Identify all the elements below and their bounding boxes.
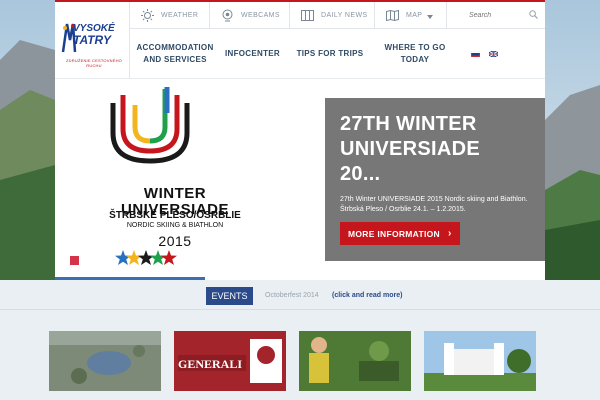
hero-panel-title: 27TH WINTER UNIVERSIADE 20...: [340, 112, 540, 187]
hero-info-panel: 27TH WINTER UNIVERSIADE 20... 27th Winte…: [325, 98, 545, 261]
events-more-link[interactable]: (click and read more): [332, 292, 402, 299]
search-input[interactable]: [469, 11, 529, 19]
chevron-right-icon: ›: [448, 228, 452, 239]
events-bar: EVENTS Octoberfest 2014 (click and read …: [0, 280, 600, 310]
hero-panel-title-line: 20...: [340, 163, 381, 185]
stars-icon: [115, 250, 177, 265]
generali-logo-text: GENERALI: [178, 357, 243, 371]
sun-icon: [140, 8, 154, 22]
universiade-logo-icon: [110, 87, 190, 164]
daily-news-link[interactable]: DAILY NEWS: [290, 2, 375, 28]
logo-name-line2: TATRY: [73, 33, 111, 47]
map-link[interactable]: MAP: [375, 2, 447, 28]
slovak-flag-icon[interactable]: [471, 50, 480, 57]
uk-flag-icon[interactable]: [489, 50, 498, 57]
nav-tips-for-trips[interactable]: TIPS FOR TRIPS: [285, 48, 375, 60]
nav-accommodation-services[interactable]: ACCOMMODATION AND SERVICES: [130, 42, 220, 66]
weather-link[interactable]: WEATHER: [130, 2, 210, 28]
card-image: [299, 331, 411, 391]
webcams-link[interactable]: WEBCAMS: [210, 2, 290, 28]
daily-news-label: DAILY NEWS: [321, 11, 368, 19]
slider-indicator[interactable]: [70, 256, 79, 265]
card-strbske-pleso[interactable]: [49, 331, 161, 391]
chevron-down-icon: [427, 6, 434, 24]
page-container: VYSOKÉ TATRY ZDRUŽENIE CESTOVNÉHO RUCHU …: [55, 0, 545, 281]
hero-logo-disciplines: NORDIC SKIING & BIATHLON: [126, 222, 224, 229]
nav-item-line: AND SERVICES: [143, 54, 207, 64]
events-tab[interactable]: EVENTS: [206, 287, 253, 305]
hero-panel-title-line: 27TH WINTER: [340, 113, 477, 135]
webcams-label: WEBCAMS: [241, 11, 280, 19]
hero-panel-title-line: UNIVERSIADE: [340, 138, 480, 160]
nav-item-line: WHERE TO GO: [384, 42, 446, 52]
card-image: [49, 331, 161, 391]
nav-where-to-go-today[interactable]: WHERE TO GO TODAY: [375, 42, 455, 66]
nav-item-line: ACCOMMODATION: [136, 42, 214, 52]
card-family[interactable]: [299, 331, 411, 391]
nav-item-line: INFOCENTER: [225, 48, 280, 58]
hero-panel-description: 27th Winter UNIVERSIADE 2015 Nordic skii…: [340, 195, 540, 215]
hero-panel-desc-line: 27th Winter UNIVERSIADE 2015 Nordic skii…: [340, 196, 528, 203]
nav-infocenter[interactable]: INFOCENTER: [220, 48, 285, 60]
event-item[interactable]: Octoberfest 2014: [265, 292, 319, 299]
site-logo[interactable]: VYSOKÉ TATRY ZDRUŽENIE CESTOVNÉHO RUCHU: [55, 2, 130, 78]
main-navigation: ACCOMMODATION AND SERVICES INFOCENTER TI…: [130, 29, 545, 78]
card-generali[interactable]: GENERALI: [174, 331, 286, 391]
newspaper-icon: [300, 8, 314, 22]
map-label: MAP: [406, 11, 423, 19]
card-castle[interactable]: [424, 331, 536, 391]
card-image: [424, 331, 536, 391]
more-information-label: MORE INFORMATION: [348, 228, 440, 239]
nav-item-line: TODAY: [400, 54, 430, 64]
more-information-button[interactable]: MORE INFORMATION ›: [340, 222, 460, 245]
hero-panel-desc-line: Štrbská Pleso / Osrblie 24.1. – 1.2.2015…: [340, 206, 466, 213]
search-icon[interactable]: [529, 6, 538, 24]
search-box: [447, 2, 545, 28]
map-icon: [385, 8, 399, 22]
webcam-icon: [220, 8, 234, 22]
logo-subtitle: ZDRUŽENIE CESTOVNÉHO RUCHU: [66, 58, 122, 68]
nav-item-line: TIPS FOR TRIPS: [296, 48, 364, 58]
featured-cards: GENERALI: [0, 310, 600, 400]
weather-label: WEATHER: [161, 11, 199, 19]
hero-logo-line: WINTER: [143, 185, 207, 202]
hero-slider: WINTER UNIVERSIADE ŠTRBSKÉ PLESO/OSRBLIE…: [55, 78, 545, 281]
utility-bar: WEATHER WEBCAMS DAILY NEWS MAP: [130, 2, 545, 29]
hero-logo-venue: ŠTRBSKÉ PLESO/OSRBLIE: [109, 210, 241, 221]
language-switcher: [471, 50, 498, 57]
hero-logo-year: 2015: [158, 233, 192, 249]
